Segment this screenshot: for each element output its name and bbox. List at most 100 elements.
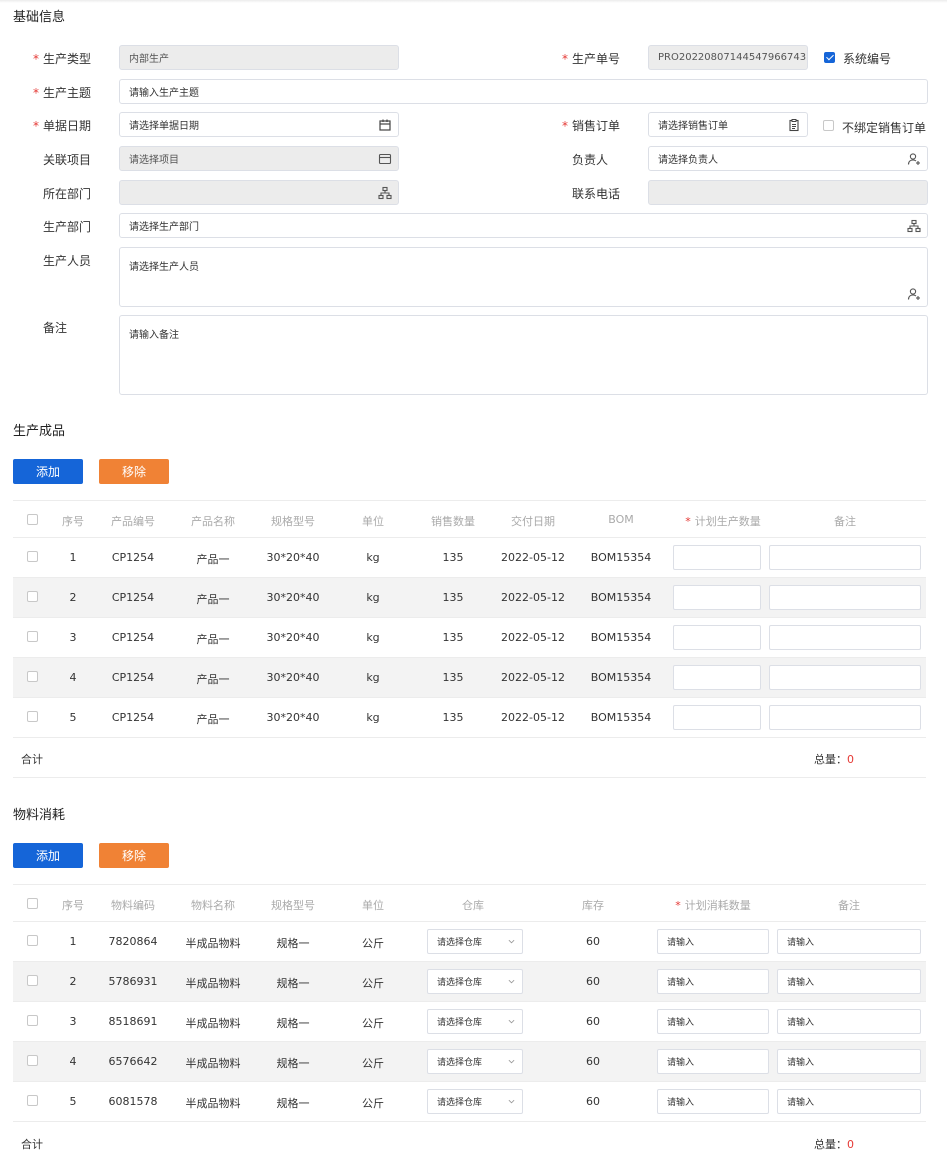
cell-name: 产品一 (196, 713, 230, 726)
cell-name: 半成品物料 (185, 1017, 241, 1030)
remove-material-button[interactable]: 移除 (99, 843, 169, 868)
cell-bom: BOM15354 (590, 631, 652, 644)
plan-qty-input[interactable] (673, 585, 761, 610)
cell-unit: 公斤 (362, 1097, 384, 1110)
cell-unit: 公斤 (362, 977, 384, 990)
user-add-icon (907, 152, 920, 165)
cell-date: 2022-05-12 (501, 591, 565, 604)
cell-no: 2 (69, 591, 77, 604)
row-checkbox[interactable] (27, 1095, 38, 1106)
cell-date: 2022-05-12 (501, 671, 565, 684)
th-bom: BOM (608, 513, 634, 526)
warehouse-select[interactable]: 请选择仓库 (427, 1009, 523, 1034)
note-textarea[interactable]: 请输入备注 (119, 315, 928, 395)
note-input[interactable]: 请输入 (777, 929, 921, 954)
label-sales-order: * 销售订单 (562, 119, 621, 133)
cell-unit: kg (366, 671, 380, 684)
plan-consume-qty-input[interactable]: 请输入 (657, 1009, 769, 1034)
plan-consume-qty-input[interactable]: 请输入 (657, 1049, 769, 1074)
note-input[interactable] (769, 585, 921, 610)
cell-bom: BOM15354 (590, 711, 652, 724)
plan-consume-qty-input[interactable]: 请输入 (657, 1089, 769, 1114)
add-material-button[interactable]: 添加 (13, 843, 83, 868)
warehouse-select[interactable]: 请选择仓库 (427, 1049, 523, 1074)
row-checkbox[interactable] (27, 975, 38, 986)
cell-unit: 公斤 (362, 1057, 384, 1070)
note-input[interactable] (769, 665, 921, 690)
row-checkbox[interactable] (27, 711, 38, 722)
th-spec: 规格型号 (271, 899, 315, 912)
row-checkbox[interactable] (27, 551, 38, 562)
add-product-button[interactable]: 添加 (13, 459, 83, 484)
cell-name: 半成品物料 (185, 937, 241, 950)
system-number-checkbox[interactable] (824, 52, 835, 63)
materials-table: 序号 物料编码 物料名称 规格型号 单位 仓库 库存 * 计划消耗数量 备注 1 7… (13, 884, 926, 1159)
note-input[interactable]: 请输入 (777, 1049, 921, 1074)
user-add-icon (907, 288, 920, 300)
label-owner: 负责人 (572, 153, 609, 167)
row-checkbox[interactable] (27, 935, 38, 946)
label-subject: * 生产主题 (33, 86, 92, 100)
section-title-materials: 物料消耗 (13, 808, 66, 823)
label-staff: 生产人员 (43, 254, 92, 268)
table-row: 5 6081578 半成品物料 规格一 公斤 60 请选择仓库 请输入 请输入 (13, 1082, 926, 1122)
row-checkbox[interactable] (27, 591, 38, 602)
select-all-checkbox[interactable] (27, 898, 38, 909)
cell-stock: 60 (586, 1055, 600, 1068)
prod-type-field: 内部生产 (119, 45, 399, 70)
products-table: 序号 产品编号 产品名称 规格型号 单位 销售数量 交付日期 BOM * 计划生产… (13, 500, 926, 780)
row-checkbox[interactable] (27, 671, 38, 682)
unbind-sales-order-checkbox[interactable] (823, 120, 834, 131)
remove-product-button[interactable]: 移除 (99, 459, 169, 484)
section-title-basic: 基础信息 (13, 10, 66, 25)
plan-consume-qty-input[interactable]: 请输入 (657, 969, 769, 994)
cell-spec: 30*20*40 (266, 551, 320, 564)
cell-qty: 135 (442, 551, 464, 564)
table-row: 4 CP1254 产品一 30*20*40 kg 135 2022-05-12 BOM1535… (13, 658, 926, 698)
note-input[interactable] (769, 625, 921, 650)
th-plan-qty: * 计划生产数量 (685, 515, 761, 528)
phone-field (648, 180, 928, 205)
row-checkbox[interactable] (27, 1055, 38, 1066)
owner-picker[interactable]: 请选择负责人 (648, 146, 928, 171)
products-summary-row: 合计 总量：0 (13, 738, 926, 778)
note-input[interactable]: 请输入 (777, 1009, 921, 1034)
plan-qty-input[interactable] (673, 665, 761, 690)
note-input[interactable] (769, 705, 921, 730)
cell-code: 5786931 (108, 975, 158, 988)
chevron-down-icon (508, 1019, 515, 1024)
select-all-checkbox[interactable] (27, 514, 38, 525)
plan-qty-input[interactable] (673, 545, 761, 570)
row-checkbox[interactable] (27, 631, 38, 642)
cell-name: 半成品物料 (185, 1057, 241, 1070)
plan-consume-qty-input[interactable]: 请输入 (657, 929, 769, 954)
th-no: 序号 (62, 899, 84, 912)
cell-unit: kg (366, 591, 380, 604)
plan-qty-input[interactable] (673, 625, 761, 650)
warehouse-select[interactable]: 请选择仓库 (427, 969, 523, 994)
sum-label: 合计 (21, 753, 43, 766)
warehouse-select[interactable]: 请选择仓库 (427, 929, 523, 954)
sales-order-picker[interactable]: 请选择销售订单 (648, 112, 808, 137)
cell-spec: 规格一 (276, 977, 310, 990)
doc-date-picker[interactable]: 请选择单据日期 (119, 112, 399, 137)
dept-field (119, 180, 399, 205)
products-total: 总量：0 (814, 753, 854, 766)
label-prod-no: * 生产单号 (562, 52, 621, 66)
prod-dept-picker[interactable]: 请选择生产部门 (119, 213, 928, 238)
subject-input[interactable]: 请输入生产主题 (119, 79, 928, 104)
cell-unit: kg (366, 631, 380, 644)
cell-qty: 135 (442, 711, 464, 724)
warehouse-select[interactable]: 请选择仓库 (427, 1089, 523, 1114)
cell-spec: 规格一 (276, 937, 310, 950)
note-input[interactable]: 请输入 (777, 1089, 921, 1114)
cell-code: CP1254 (111, 711, 155, 724)
note-input[interactable] (769, 545, 921, 570)
cell-name: 半成品物料 (185, 1097, 241, 1110)
cell-code: CP1254 (111, 591, 155, 604)
plan-qty-input[interactable] (673, 705, 761, 730)
row-checkbox[interactable] (27, 1015, 38, 1026)
th-sales-qty: 销售数量 (431, 515, 475, 528)
note-input[interactable]: 请输入 (777, 969, 921, 994)
staff-picker[interactable]: 请选择生产人员 (119, 247, 928, 307)
